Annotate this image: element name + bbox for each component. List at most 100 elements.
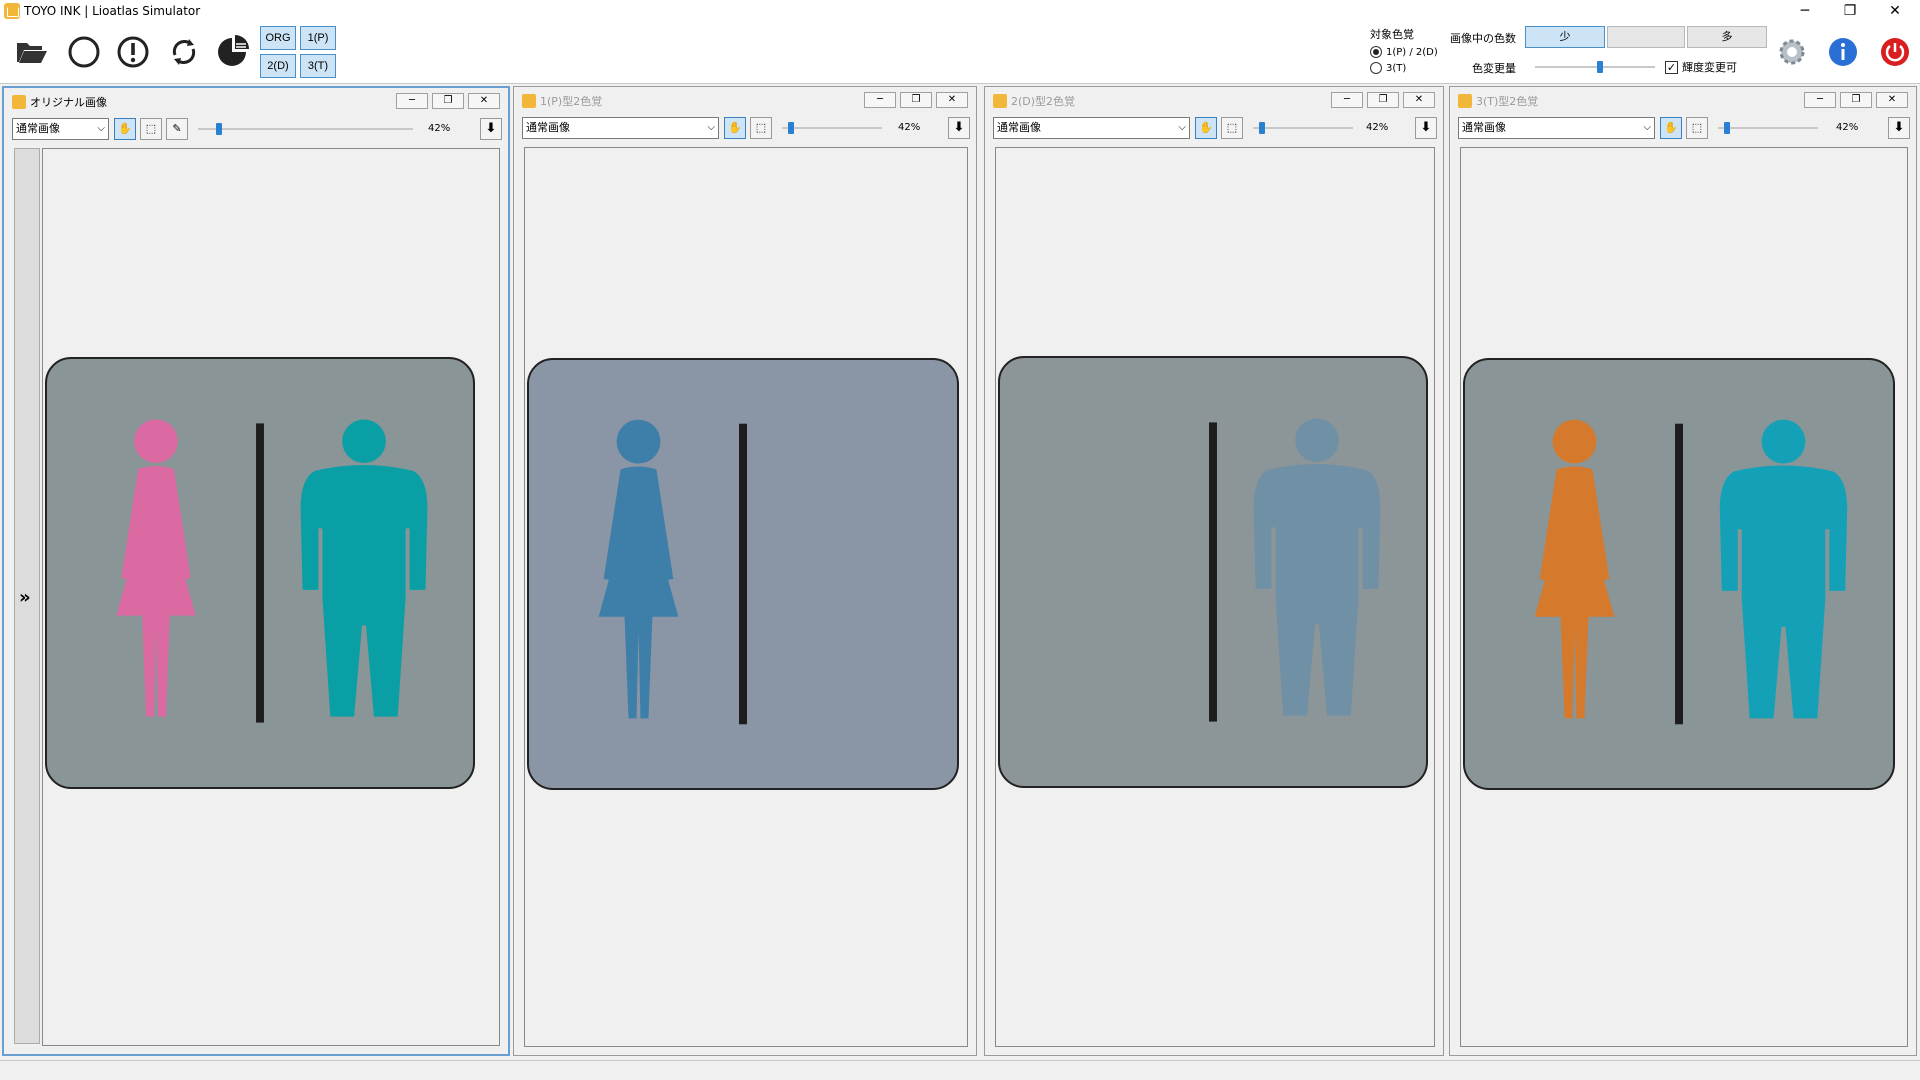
zoom-slider-thumb[interactable] (788, 122, 794, 134)
zoom-slider[interactable] (198, 123, 413, 135)
woman-head-icon (616, 419, 661, 464)
zoom-slider-thumb[interactable] (216, 123, 222, 135)
view-mode-select[interactable]: 通常画像 ⌵ (12, 118, 109, 140)
zoom-slider[interactable] (782, 122, 882, 134)
panel-minimize-button[interactable]: ─ (396, 93, 428, 109)
minimize-button[interactable]: ─ (1782, 0, 1828, 22)
panel-restore-button[interactable]: ❐ (1840, 92, 1872, 108)
gear-icon[interactable] (1772, 32, 1812, 72)
hand-tool-button[interactable]: ✋ (724, 117, 746, 139)
color-count-label: 画像中の色数 (1450, 32, 1516, 45)
panel-close-button[interactable]: ✕ (936, 92, 968, 108)
status-bar (0, 1060, 1920, 1080)
man-head-icon (1761, 419, 1806, 464)
panel-title: 3(T)型2色覚 (1476, 95, 1539, 108)
panel-restore-button[interactable]: ❐ (900, 92, 932, 108)
panel-toolbar: 通常画像 ⌵ ✋ ⬚ 42% ⬇ (520, 117, 970, 141)
image-canvas[interactable] (995, 147, 1435, 1047)
restroom-sign (527, 358, 959, 790)
panel-title-bar: 3(T)型2色覚 ─ ❐ ✕ (1450, 87, 1916, 113)
download-button[interactable]: ⬇ (948, 117, 970, 139)
zoom-value: 42% (898, 122, 921, 133)
target-option-t[interactable]: 3(T) (1370, 62, 1438, 74)
panel-close-button[interactable]: ✕ (1403, 92, 1435, 108)
mode-org-button[interactable]: ORG (260, 26, 296, 50)
zoom-slider[interactable] (1718, 122, 1818, 134)
zoom-slider[interactable] (1253, 122, 1353, 134)
panel-title-bar: 2(D)型2色覚 ─ ❐ ✕ (985, 87, 1443, 113)
view-mode-select[interactable]: 通常画像 ⌵ (993, 117, 1190, 139)
view-mode-select[interactable]: 通常画像 ⌵ (1458, 117, 1655, 139)
target-vision-group: 対象色覚 1(P) / 2(D) 3(T) (1370, 26, 1438, 74)
panel-app-icon (12, 95, 26, 109)
woman-figure-icon (1534, 466, 1615, 719)
side-expand-strip[interactable]: » (14, 148, 40, 1044)
image-canvas[interactable] (524, 147, 968, 1047)
restore-button[interactable]: ❐ (1827, 0, 1873, 22)
panel-title: 1(P)型2色覚 (540, 95, 603, 108)
panel-title: オリジナル画像 (30, 96, 107, 109)
man-head-icon (825, 419, 870, 464)
radio-pd[interactable] (1370, 46, 1382, 58)
man-figure-icon (300, 465, 428, 717)
color-change-slider[interactable] (1535, 61, 1655, 73)
view-mode-value: 通常画像 (526, 121, 570, 134)
man-figure-icon (1253, 464, 1381, 716)
warning-circle-icon[interactable] (113, 32, 153, 72)
chevron-down-icon: ⌵ (1178, 122, 1186, 133)
select-tool-button[interactable]: ⬚ (1221, 117, 1243, 139)
panel-app-icon (522, 94, 536, 108)
image-canvas[interactable] (42, 148, 500, 1046)
color-count-low[interactable]: 少 (1525, 26, 1605, 48)
download-button[interactable]: ⬇ (480, 118, 502, 140)
hand-tool-button[interactable]: ✋ (114, 118, 136, 140)
folder-open-icon[interactable] (12, 32, 52, 72)
select-tool-button[interactable]: ⬚ (140, 118, 162, 140)
select-tool-button[interactable]: ⬚ (1686, 117, 1708, 139)
zoom-slider-thumb[interactable] (1259, 122, 1265, 134)
woman-figure-icon (1069, 465, 1149, 716)
zoom-value: 42% (428, 123, 451, 134)
checkbox-mark-icon[interactable]: ✓ (1665, 60, 1678, 74)
window-title: TOYO INK | Lioatlas Simulator (24, 4, 201, 18)
target-option-t-label: 3(T) (1386, 62, 1407, 74)
circle-icon[interactable] (64, 32, 104, 72)
view-mode-select[interactable]: 通常画像 ⌵ (522, 117, 719, 139)
color-count-high[interactable]: 多 (1687, 26, 1767, 48)
download-button[interactable]: ⬇ (1415, 117, 1437, 139)
color-count-mid[interactable] (1607, 26, 1685, 48)
target-option-pd[interactable]: 1(P) / 2(D) (1370, 46, 1438, 58)
panel-minimize-button[interactable]: ─ (1331, 92, 1363, 108)
power-icon[interactable] (1875, 32, 1915, 72)
radio-t[interactable] (1370, 62, 1382, 74)
target-option-pd-label: 1(P) / 2(D) (1386, 46, 1438, 58)
panel-minimize-button[interactable]: ─ (864, 92, 896, 108)
panel-deutan: 2(D)型2色覚 ─ ❐ ✕ 通常画像 ⌵ ✋ ⬚ 42% ⬇ (984, 86, 1444, 1056)
panel-title-bar: オリジナル画像 ─ ❐ ✕ (4, 88, 508, 114)
panel-close-button[interactable]: ✕ (468, 93, 500, 109)
hand-tool-button[interactable]: ✋ (1195, 117, 1217, 139)
color-change-slider-thumb[interactable] (1597, 61, 1603, 73)
close-button[interactable]: ✕ (1872, 0, 1918, 22)
luminance-checkbox[interactable]: ✓ 輝度変更可 (1665, 59, 1737, 75)
mode-2d-button[interactable]: 2(D) (260, 54, 296, 78)
eyedropper-tool-button[interactable]: ✎ (166, 118, 188, 140)
expand-icon[interactable]: » (19, 587, 31, 608)
mode-1p-button[interactable]: 1(P) (300, 26, 336, 50)
panel-original: オリジナル画像 ─ ❐ ✕ 通常画像 ⌵ ✋ ⬚ ✎ 42% ⬇ » (2, 86, 510, 1056)
download-button[interactable]: ⬇ (1888, 117, 1910, 139)
panel-restore-button[interactable]: ❐ (432, 93, 464, 109)
woman-head-icon (1552, 419, 1597, 464)
title-bar: TOYO INK | Lioatlas Simulator ─ ❐ ✕ (0, 0, 1920, 22)
info-icon[interactable] (1823, 32, 1863, 72)
pie-chart-icon[interactable] (214, 32, 254, 72)
image-canvas[interactable] (1460, 147, 1908, 1047)
mode-3t-button[interactable]: 3(T) (300, 54, 336, 78)
panel-restore-button[interactable]: ❐ (1367, 92, 1399, 108)
panel-close-button[interactable]: ✕ (1876, 92, 1908, 108)
refresh-icon[interactable] (164, 32, 204, 72)
select-tool-button[interactable]: ⬚ (750, 117, 772, 139)
panel-minimize-button[interactable]: ─ (1804, 92, 1836, 108)
hand-tool-button[interactable]: ✋ (1660, 117, 1682, 139)
zoom-slider-thumb[interactable] (1724, 122, 1730, 134)
